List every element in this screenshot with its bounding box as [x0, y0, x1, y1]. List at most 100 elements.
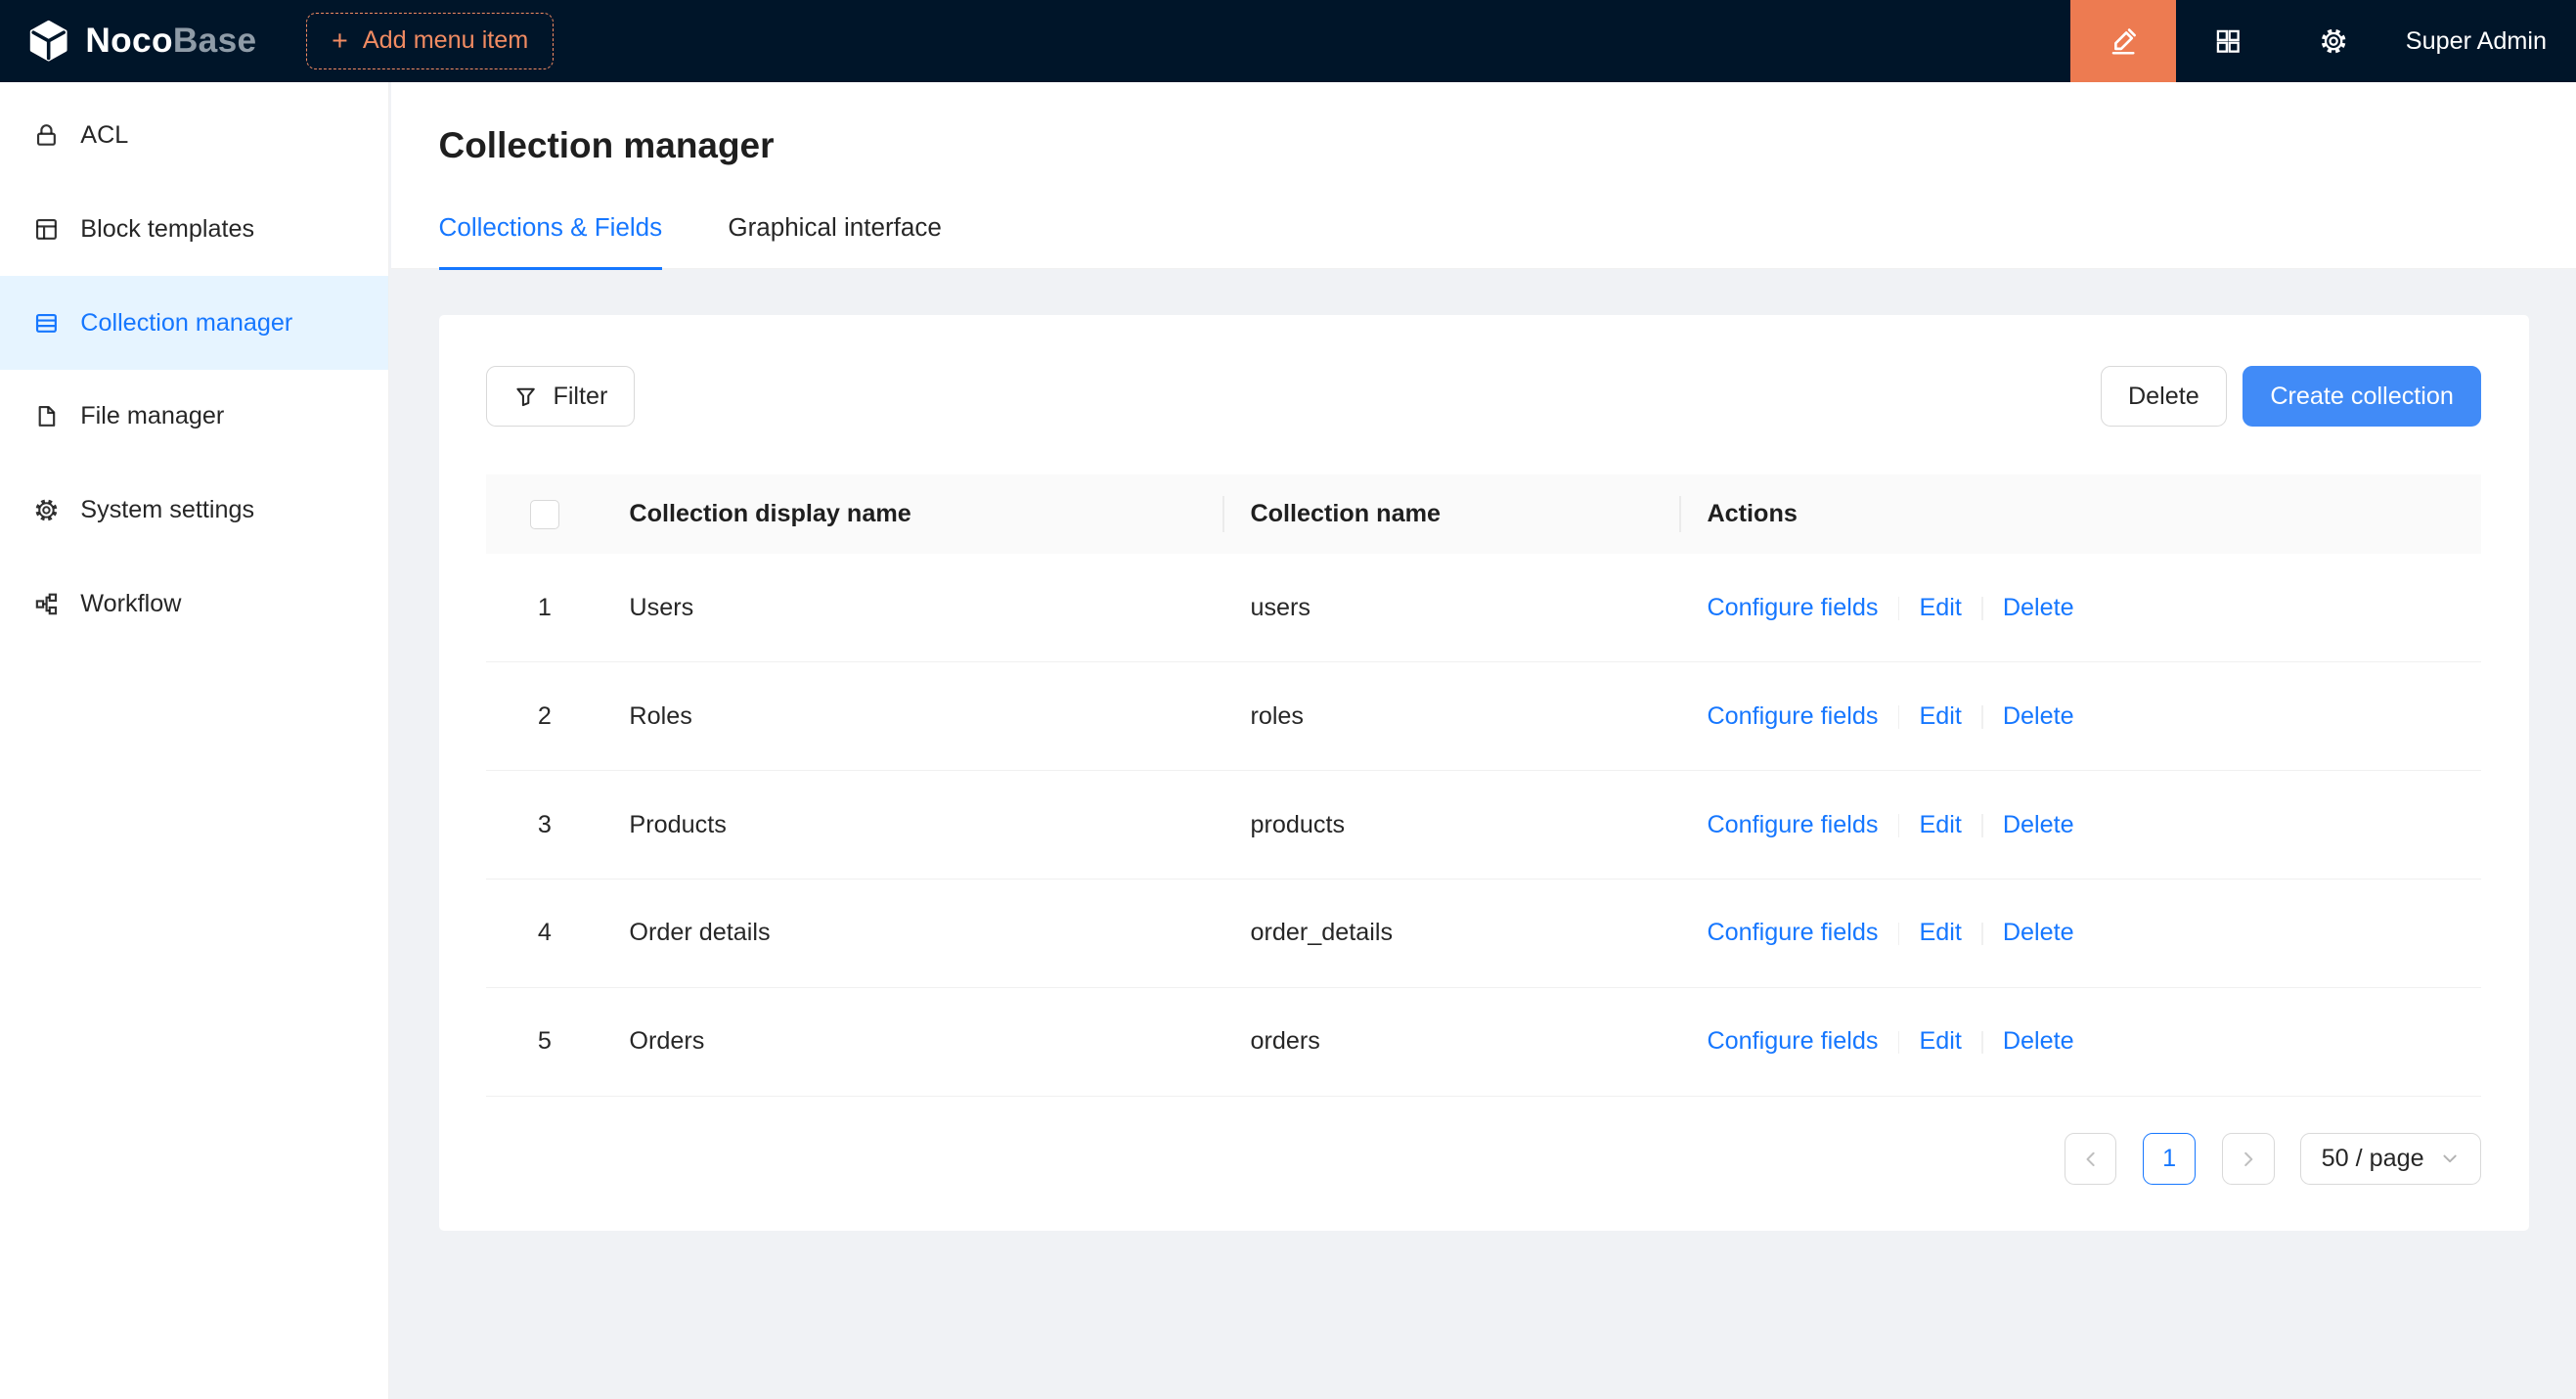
sidebar-item-acl[interactable]: ACL	[0, 89, 388, 183]
sidebar-item-file-manager[interactable]: File manager	[0, 370, 388, 464]
sidebar-item-system-settings[interactable]: System settings	[0, 464, 388, 558]
action-divider	[1898, 923, 1900, 946]
plus-icon: +	[332, 27, 348, 56]
cell-display-name: Roles	[603, 662, 1224, 771]
cell-collection-name: roles	[1224, 662, 1681, 771]
cell-actions: Configure fields Edit Delete	[1681, 987, 2481, 1096]
filter-label: Filter	[553, 383, 607, 411]
row-index: 5	[486, 987, 602, 1096]
delete-link[interactable]: Delete	[2003, 702, 2074, 730]
cell-display-name: Orders	[603, 987, 1224, 1096]
action-divider	[1981, 1031, 1983, 1055]
cell-collection-name: orders	[1224, 987, 1681, 1096]
toolbar-right: Delete Create collection	[2101, 366, 2481, 427]
header-actions: Super Admin	[2070, 0, 2576, 82]
workflow-icon	[33, 590, 62, 618]
configure-fields-link[interactable]: Configure fields	[1707, 1027, 1878, 1055]
cell-display-name: Products	[603, 771, 1224, 880]
pagination: 1 50 / page	[486, 1133, 2481, 1186]
action-divider	[1898, 1031, 1900, 1055]
sidebar-item-label: Collection manager	[80, 309, 292, 338]
table-row: 4 Order details order_details Configure …	[486, 879, 2481, 987]
sidebar-item-block-templates[interactable]: Block templates	[0, 182, 388, 276]
delete-link[interactable]: Delete	[2003, 919, 2074, 946]
row-index: 2	[486, 662, 602, 771]
previous-page-button[interactable]	[2065, 1133, 2117, 1186]
table-toolbar: Filter Delete Create collection	[486, 366, 2481, 427]
table-row: 5 Orders orders Configure fields Edit Dele…	[486, 987, 2481, 1096]
cell-collection-name: users	[1224, 554, 1681, 662]
sidebar: ACL Block templates Collection manager	[0, 82, 389, 1399]
sidebar-item-label: System settings	[80, 496, 254, 524]
system-settings-button[interactable]	[2281, 0, 2386, 82]
page-title: Collection manager	[439, 125, 2527, 166]
user-menu[interactable]: Super Admin	[2386, 27, 2576, 56]
add-menu-item-label: Add menu item	[363, 26, 528, 55]
sidebar-item-label: ACL	[80, 121, 128, 150]
sidebar-item-workflow[interactable]: Workflow	[0, 557, 388, 651]
edit-link[interactable]: Edit	[1919, 811, 1961, 838]
select-all-checkbox[interactable]	[530, 500, 559, 529]
configure-fields-link[interactable]: Configure fields	[1707, 919, 1878, 946]
page-size-select[interactable]: 50 / page	[2300, 1133, 2480, 1186]
table-row: 2 Roles roles Configure fields Edit Delete	[486, 662, 2481, 771]
action-divider	[1898, 814, 1900, 837]
edit-link[interactable]: Edit	[1919, 702, 1961, 730]
sidebar-item-label: Workflow	[80, 590, 181, 618]
action-divider	[1898, 705, 1900, 729]
main-content: Collection manager Collections & Fields …	[391, 82, 2576, 1399]
tab-graphical-interface[interactable]: Graphical interface	[728, 212, 941, 269]
row-index: 1	[486, 554, 602, 662]
cell-actions: Configure fields Edit Delete	[1681, 879, 2481, 987]
add-menu-item-button[interactable]: + Add menu item	[306, 13, 555, 68]
layout-icon	[33, 215, 62, 244]
lock-icon	[33, 121, 62, 150]
sidebar-item-collection-manager[interactable]: Collection manager	[0, 276, 388, 370]
configure-fields-link[interactable]: Configure fields	[1707, 594, 1878, 621]
app-header: NocoBase + Add menu item	[0, 0, 2576, 82]
sidebar-item-label: File manager	[80, 402, 224, 430]
delete-link[interactable]: Delete	[2003, 594, 2074, 621]
table-row: 1 Users users Configure fieldsEditDelete	[486, 554, 2481, 662]
collections-table: Collection display name Collection name …	[486, 474, 2481, 1097]
action-divider	[1981, 923, 1983, 946]
tab-bar: Collections & Fields Graphical interface	[391, 212, 2576, 270]
create-collection-button[interactable]: Create collection	[2243, 366, 2480, 427]
edit-link[interactable]: Edit	[1919, 919, 1961, 946]
configure-fields-link[interactable]: Configure fields	[1707, 702, 1878, 730]
row-index: 4	[486, 879, 602, 987]
plugins-button[interactable]	[2176, 0, 2282, 82]
configure-fields-link[interactable]: Configure fields	[1707, 811, 1878, 838]
edit-link[interactable]: Edit	[1919, 1027, 1961, 1055]
content-area: Filter Delete Create collection Collecti…	[391, 269, 2576, 1231]
filter-icon	[513, 384, 538, 409]
action-divider	[1981, 705, 1983, 729]
tab-collections-fields[interactable]: Collections & Fields	[439, 212, 663, 270]
next-page-button[interactable]	[2222, 1133, 2275, 1186]
chevron-right-icon	[2238, 1149, 2259, 1170]
filter-button[interactable]: Filter	[486, 366, 635, 427]
delete-button[interactable]: Delete	[2101, 366, 2227, 427]
page-number-1[interactable]: 1	[2143, 1133, 2196, 1186]
cell-collection-name: order_details	[1224, 879, 1681, 987]
gear-icon	[2319, 26, 2348, 56]
logo-text: NocoBase	[85, 22, 256, 61]
gear-icon	[33, 496, 62, 524]
action-divider	[1898, 597, 1900, 620]
ui-editor-button[interactable]	[2070, 0, 2176, 82]
cell-actions: Configure fields Edit Delete	[1681, 554, 2481, 662]
edit-link[interactable]: Edit	[1919, 594, 1961, 621]
column-header-actions: Actions	[1681, 474, 2481, 554]
logo: NocoBase	[0, 19, 283, 63]
highlighter-icon	[2109, 26, 2138, 56]
cell-actions: Configure fields Edit Delete	[1681, 771, 2481, 880]
table-row: 3 Products products Configure fieldsEdit…	[486, 771, 2481, 880]
delete-link[interactable]: Delete	[2003, 1027, 2074, 1055]
collections-card: Filter Delete Create collection Collecti…	[439, 315, 2529, 1231]
row-index: 3	[486, 771, 602, 880]
select-all-cell	[486, 474, 602, 554]
sidebar-item-label: Block templates	[80, 215, 254, 244]
delete-link[interactable]: Delete	[2003, 811, 2074, 838]
table-header-row: Collection display name Collection name …	[486, 474, 2481, 554]
chevron-down-icon	[2440, 1149, 2460, 1168]
